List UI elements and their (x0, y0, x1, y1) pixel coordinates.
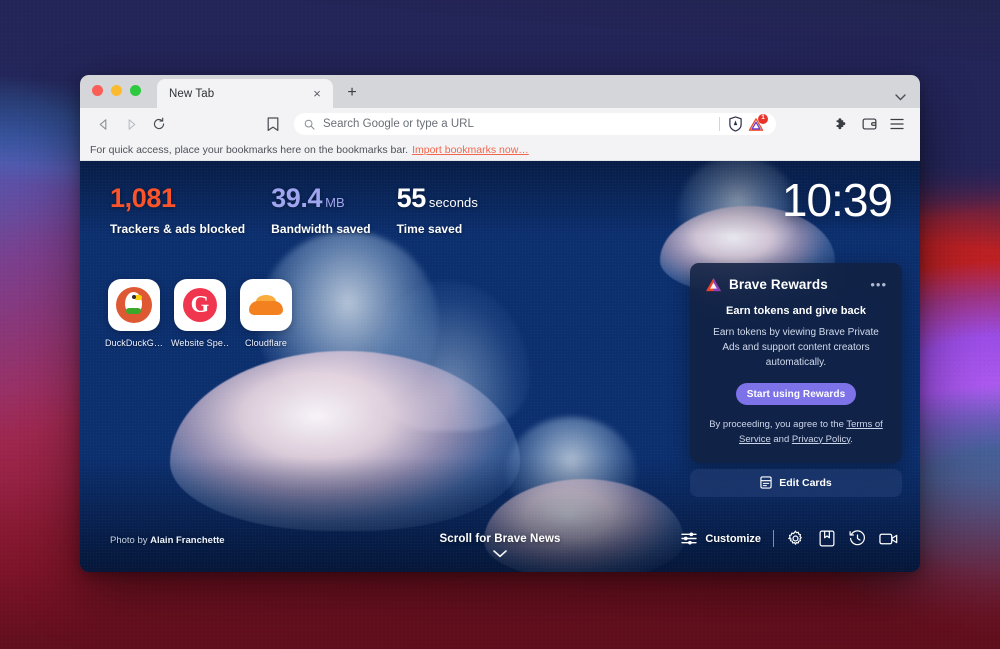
tab-title: New Tab (169, 87, 215, 100)
stat-label: Time saved (396, 222, 463, 236)
import-bookmarks-link[interactable]: Import bookmarks now… (412, 144, 529, 156)
forward-arrow-icon[interactable] (118, 112, 144, 136)
brave-rewards-card: Brave Rewards ••• Earn tokens and give b… (690, 263, 902, 463)
bookmarks-bar: For quick access, place your bookmarks h… (80, 140, 920, 161)
search-icon (304, 119, 315, 130)
rewards-more-menu-icon[interactable]: ••• (870, 278, 887, 291)
rewards-badge: 1 (758, 113, 768, 124)
privacy-policy-link[interactable]: Privacy Policy (792, 434, 850, 445)
chevron-down-icon[interactable] (80, 550, 920, 558)
edit-cards-button[interactable]: Edit Cards (690, 468, 902, 497)
tile-label: Cloudflare (244, 338, 288, 348)
edit-cards-label: Edit Cards (779, 476, 832, 489)
rewards-card-title: Brave Rewards (729, 277, 828, 292)
stat-unit: seconds (428, 195, 478, 210)
rewards-subtitle: Earn tokens and give back (725, 305, 867, 317)
privacy-stats: 1,081 Trackers & ads blocked 39.4 MB Band… (110, 183, 478, 237)
start-using-rewards-button[interactable]: Start using Rewards (736, 383, 856, 406)
brave-talk-video-icon[interactable] (879, 529, 898, 548)
clock: 10:39 (781, 174, 893, 226)
back-arrow-icon[interactable] (90, 112, 116, 136)
stat-time-saved: 55 seconds Time saved (396, 183, 478, 237)
stat-unit: MB (325, 195, 345, 210)
legal-suffix: . (850, 433, 853, 445)
puzzle-piece-icon[interactable] (828, 112, 854, 136)
duckduckgo-icon (116, 287, 152, 323)
new-tab-button[interactable]: + (343, 84, 361, 102)
bookmarks-bar-message: For quick access, place your bookmarks h… (90, 144, 409, 156)
stat-value: 39.4 (271, 183, 323, 213)
settings-gear-icon[interactable] (786, 529, 805, 548)
gtmetrix-icon: G (183, 288, 217, 322)
customize-button[interactable]: Customize (681, 532, 761, 545)
sliders-icon (681, 532, 698, 545)
new-tab-page: 1,081 Trackers & ads blocked 39.4 MB Band… (80, 161, 920, 572)
stat-value: 55 (396, 183, 427, 213)
hamburger-menu-icon[interactable] (884, 112, 910, 136)
tab-strip: New Tab × + (80, 75, 920, 108)
omnibox-divider (719, 117, 720, 131)
bookmarks-book-icon[interactable] (817, 529, 836, 548)
browser-toolbar: Search Google or type a URL 1 (80, 108, 920, 140)
stat-label: Bandwidth saved (271, 222, 371, 236)
browser-window: New Tab × + Search Google or type a URL … (80, 75, 920, 572)
brave-wallet-icon[interactable] (856, 112, 882, 136)
brave-rewards-widget: Brave Rewards ••• Earn tokens and give b… (690, 263, 902, 497)
tile-website-speed[interactable]: G Website Spe… (171, 279, 229, 348)
tile-duckduckgo[interactable]: DuckDuckG… (105, 279, 163, 348)
history-clock-icon[interactable] (848, 529, 867, 548)
rewards-body-text: Earn tokens by viewing Brave Private Ads… (713, 327, 879, 368)
stat-label: Trackers & ads blocked (110, 222, 246, 236)
stat-trackers-blocked: 1,081 Trackers & ads blocked (110, 183, 246, 237)
ntp-tools: Customize (681, 529, 898, 548)
legal-prefix: By proceeding, you agree to the (709, 419, 847, 431)
tile-cloudflare[interactable]: Cloudflare (240, 279, 292, 348)
window-traffic-lights (92, 75, 141, 108)
tools-divider (773, 530, 774, 547)
tile-label: Website Spe… (171, 338, 229, 348)
cloudflare-icon (247, 292, 285, 318)
close-window-button[interactable] (92, 85, 103, 96)
stat-bandwidth-saved: 39.4 MB Bandwidth saved (271, 183, 371, 237)
browser-tab[interactable]: New Tab × (157, 79, 333, 108)
legal-mid: and (770, 433, 792, 445)
chevron-down-icon[interactable] (895, 94, 906, 101)
maximize-window-button[interactable] (130, 85, 141, 96)
tile-label: DuckDuckG… (105, 338, 163, 348)
customize-label: Customize (705, 532, 761, 545)
close-tab-icon[interactable]: × (309, 86, 325, 102)
desktop-wallpaper: New Tab × + Search Google or type a URL … (0, 0, 1000, 649)
omnibox[interactable]: Search Google or type a URL 1 (294, 113, 776, 135)
minimize-window-button[interactable] (111, 85, 122, 96)
rewards-legal-text: By proceeding, you agree to the Terms of… (705, 418, 887, 447)
stat-value: 1,081 (110, 183, 176, 213)
brave-shields-icon[interactable] (728, 116, 743, 132)
brave-rewards-triangle-icon (705, 277, 722, 292)
bookmark-icon[interactable] (260, 112, 286, 136)
shortcut-tiles: DuckDuckG… G Website Spe… Cloudflare (105, 279, 292, 348)
omnibox-placeholder: Search Google or type a URL (323, 118, 474, 130)
brave-rewards-icon[interactable]: 1 (748, 113, 768, 132)
cards-icon (760, 476, 772, 490)
reload-icon[interactable] (146, 112, 172, 136)
